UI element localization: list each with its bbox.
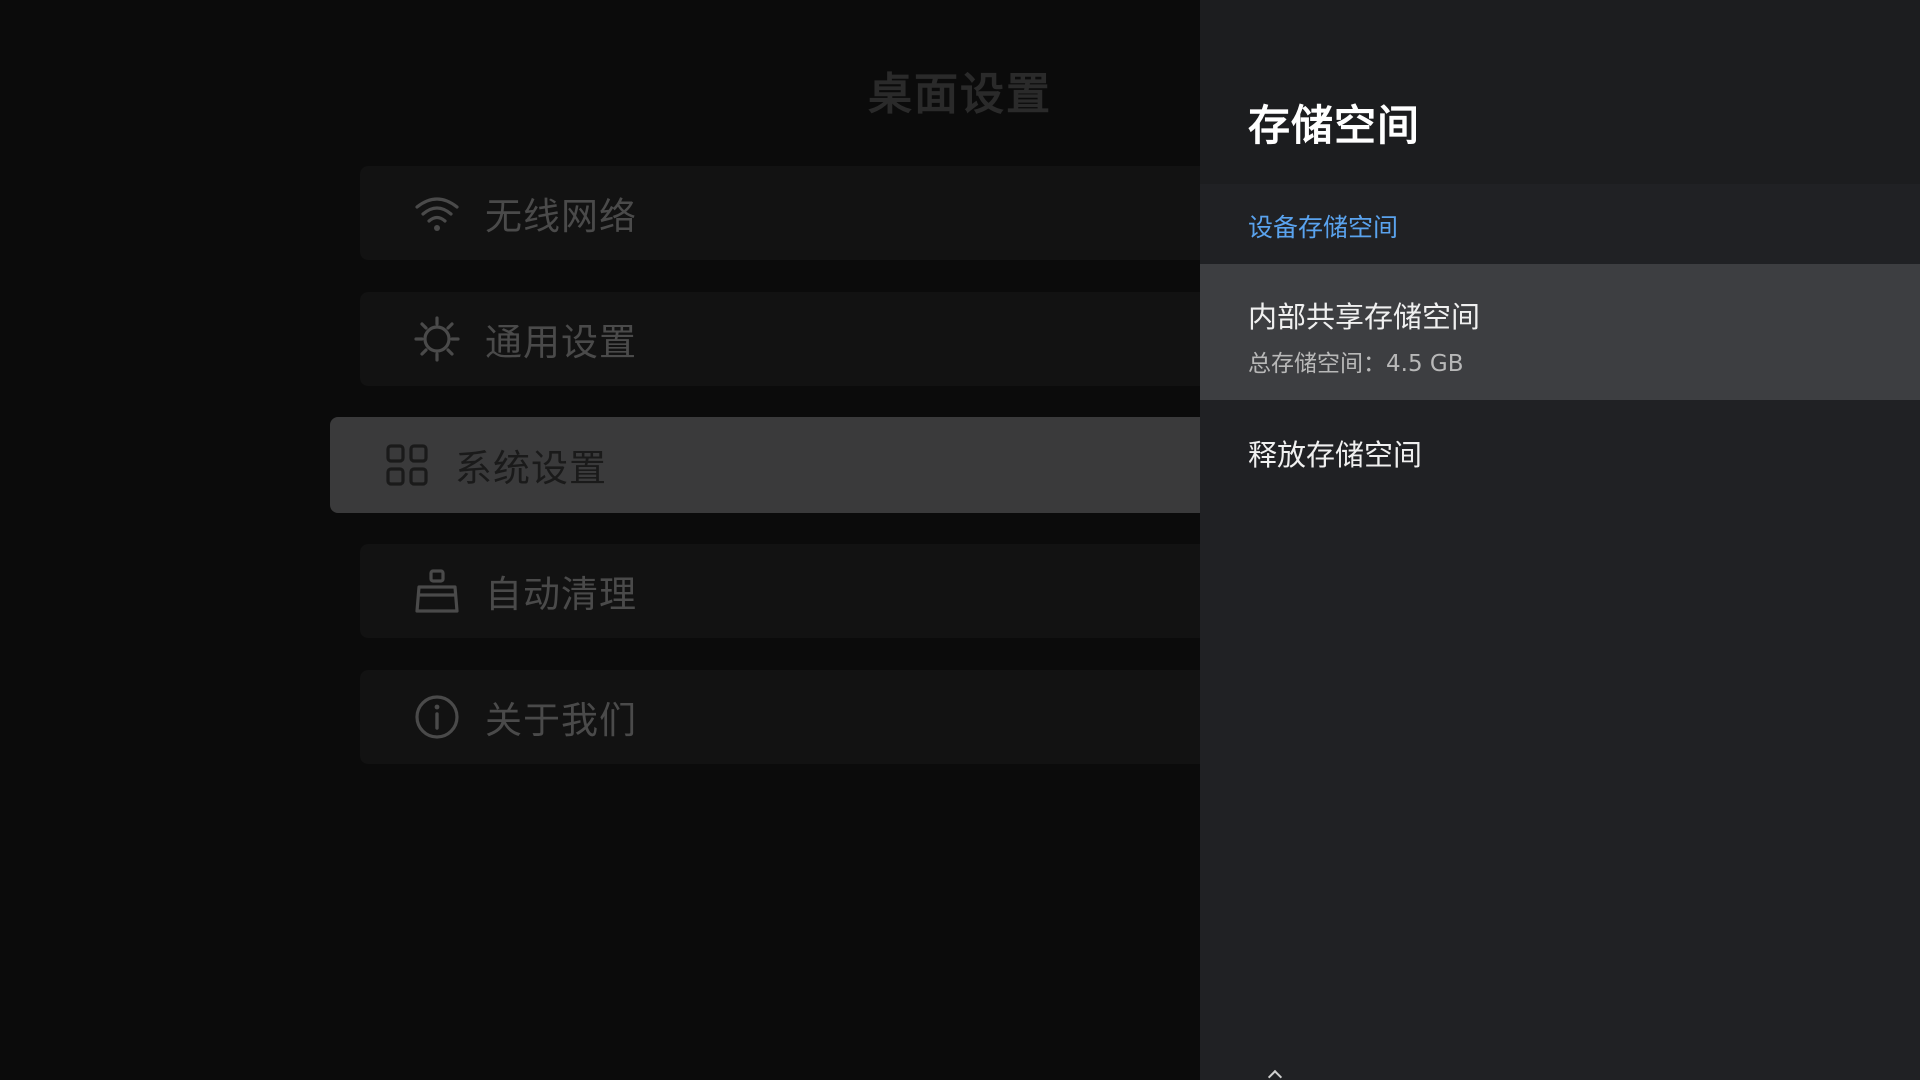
menu-item-system[interactable]: 系统设置 [330,417,1270,513]
menu-item-auto-clean[interactable]: 自动清理 [360,544,1260,638]
wifi-icon [413,189,461,237]
free-up-storage-item[interactable]: 释放存储空间 [1200,420,1920,480]
free-up-storage-title: 释放存储空间 [1248,438,1423,472]
internal-storage-title: 内部共享存储空间 [1248,300,1481,334]
menu-item-general[interactable]: 通用设置 [360,292,1260,386]
menu-item-label: 自动清理 [485,573,637,616]
gear-icon [413,315,461,363]
info-icon [413,693,461,741]
menu-item-about[interactable]: 关于我们 [360,670,1260,764]
device-storage-section-label: 设备存储空间 [1248,213,1399,242]
menu-item-label: 无线网络 [485,195,637,238]
storage-panel: 存储空间 设备存储空间 内部共享存储空间 总存储空间：4.5 GB 释放存储空间 [1200,0,1920,1080]
internal-shared-storage-item[interactable]: 内部共享存储空间 总存储空间：4.5 GB [1200,264,1920,400]
storage-panel-title: 存储空间 [1248,101,1421,150]
menu-item-label: 系统设置 [455,447,607,490]
broom-icon [413,567,461,615]
desktop-settings-menu [0,0,1200,1080]
screen: 桌面设置 无线网络 通用设置 系统设置 自动清理 关于我们 存储空间 设备存储空… [0,0,1920,1080]
internal-storage-total: 总存储空间：4.5 GB [1248,351,1464,377]
grid-icon [383,441,431,489]
menu-item-label: 通用设置 [485,321,637,364]
menu-item-wifi[interactable]: 无线网络 [360,166,1260,260]
menu-item-label: 关于我们 [485,699,637,742]
